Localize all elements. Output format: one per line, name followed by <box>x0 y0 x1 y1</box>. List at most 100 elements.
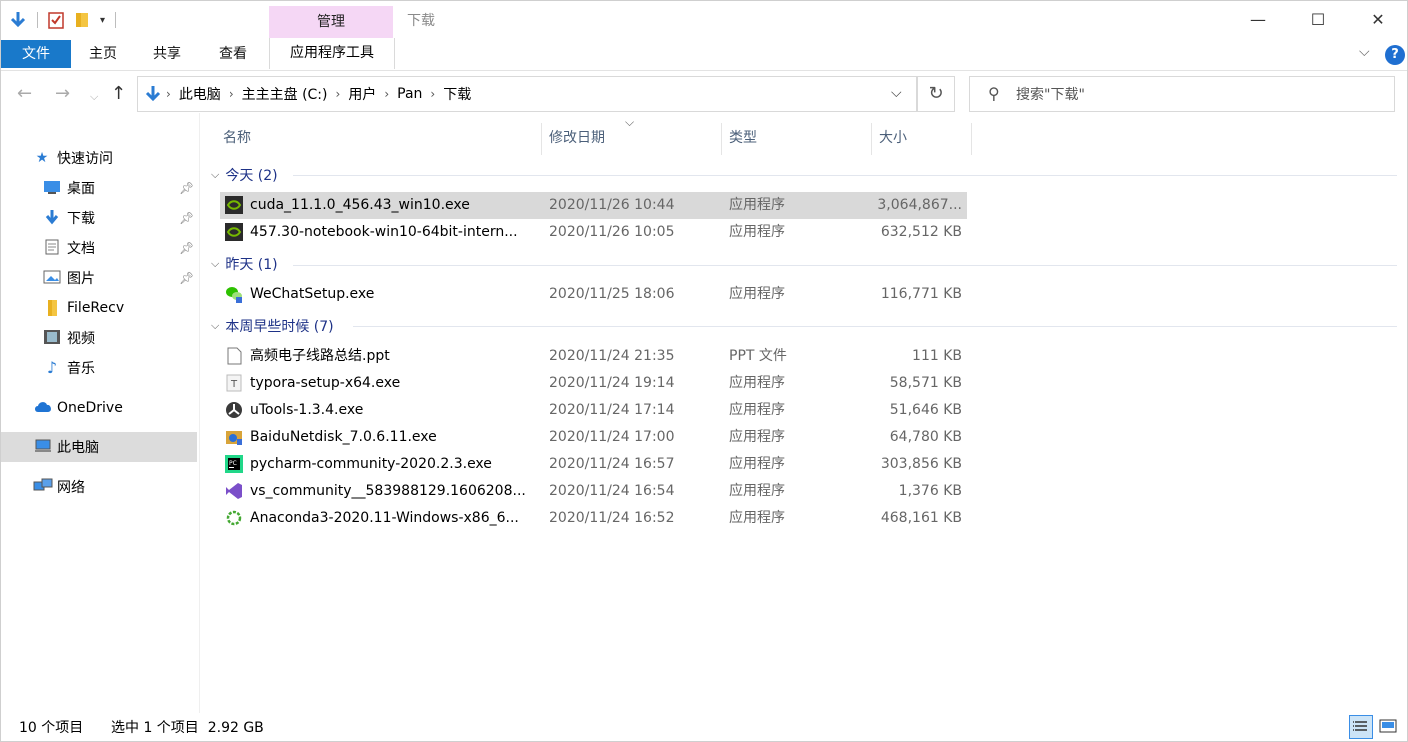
file-row[interactable]: Anaconda3-2020.11-Windows-x86_6... 2020/… <box>220 505 967 532</box>
search-icon: ⚲ <box>988 84 1000 103</box>
download-arrow-icon[interactable] <box>9 11 27 29</box>
tab-application-tools[interactable]: 应用程序工具 <box>269 38 395 69</box>
column-divider[interactable] <box>721 123 722 155</box>
file-size: 111 KB <box>912 348 962 364</box>
column-header-name[interactable]: 名称 <box>223 123 251 153</box>
svg-text:T: T <box>230 379 238 390</box>
nav-label: OneDrive <box>57 400 123 416</box>
nav-pictures[interactable]: 图片 📌︎ <box>1 263 197 293</box>
nav-music[interactable]: ♪ 音乐 <box>1 353 197 383</box>
file-row[interactable]: 高频电子线路总结.ppt 2020/11/24 21:35 PPT 文件 111… <box>220 343 967 370</box>
nav-network[interactable]: 网络 <box>1 472 197 502</box>
file-row[interactable]: T typora-setup-x64.exe 2020/11/24 19:14 … <box>220 370 967 397</box>
new-folder-icon[interactable] <box>74 11 90 29</box>
properties-check-icon[interactable] <box>48 11 64 29</box>
window-title: 下载 <box>407 13 435 29</box>
forward-arrow-icon[interactable]: → <box>55 83 70 104</box>
nav-onedrive[interactable]: OneDrive <box>1 393 197 423</box>
pin-icon[interactable]: 📌︎ <box>179 241 194 255</box>
tab-home[interactable]: 主页 <box>89 40 117 68</box>
group-divider <box>293 265 1397 266</box>
file-row[interactable]: PC pycharm-community-2020.2.3.exe 2020/1… <box>220 451 967 478</box>
column-divider[interactable] <box>541 123 542 155</box>
expand-ribbon-icon[interactable]: ⌵ <box>1359 44 1370 60</box>
tab-view[interactable]: 查看 <box>219 40 247 68</box>
refresh-icon[interactable]: ↻ <box>917 76 955 112</box>
minimize-button[interactable]: — <box>1243 9 1273 31</box>
column-divider[interactable] <box>971 123 972 155</box>
toolbar-divider <box>37 12 38 28</box>
file-size: 116,771 KB <box>880 286 962 302</box>
visual-studio-icon <box>226 483 242 499</box>
file-name: typora-setup-x64.exe <box>250 375 401 391</box>
file-row[interactable]: vs_community__583988129.1606208... 2020/… <box>220 478 967 505</box>
file-name: uTools-1.3.4.exe <box>250 402 364 418</box>
group-earlier-this-week[interactable]: ⌵ 本周早些时候 (7) <box>211 315 334 337</box>
file-name: 高频电子线路总结.ppt <box>250 348 390 364</box>
file-size: 3,064,867... <box>877 197 962 213</box>
search-box[interactable]: ⚲ <box>969 76 1395 112</box>
nav-desktop[interactable]: 桌面 📌︎ <box>1 173 197 203</box>
column-divider[interactable] <box>871 123 872 155</box>
maximize-button[interactable]: ☐ <box>1303 9 1333 31</box>
collapse-chevron-icon[interactable]: ⌵ <box>211 319 219 333</box>
pin-icon[interactable]: 📌︎ <box>179 211 194 225</box>
close-button[interactable]: ✕ <box>1363 9 1393 31</box>
address-bar[interactable]: › 此电脑 › 主主主盘 (C:) › 用户 › Pan › 下载 <box>137 76 917 112</box>
column-header-date[interactable]: 修改日期 <box>549 123 605 153</box>
collapse-chevron-icon[interactable]: ⌵ <box>211 257 219 271</box>
nav-label: 音乐 <box>67 361 95 377</box>
details-view-icon[interactable] <box>1349 715 1373 739</box>
file-date: 2020/11/24 17:00 <box>549 429 675 445</box>
tab-file[interactable]: 文件 <box>1 40 71 68</box>
file-date: 2020/11/26 10:44 <box>549 197 675 213</box>
document-icon <box>43 239 61 257</box>
file-row[interactable]: cuda_11.1.0_456.43_win10.exe 2020/11/26 … <box>220 192 967 219</box>
up-arrow-icon[interactable]: ↑ <box>111 83 126 104</box>
file-row[interactable]: BaiduNetdisk_7.0.6.11.exe 2020/11/24 17:… <box>220 424 967 451</box>
file-row[interactable]: 457.30-notebook-win10-64bit-intern... 20… <box>220 219 967 246</box>
column-header-type[interactable]: 类型 <box>729 123 757 153</box>
address-dropdown-icon[interactable]: ⌵ <box>891 85 902 101</box>
group-yesterday[interactable]: ⌵ 昨天 (1) <box>211 253 278 275</box>
file-type: PPT 文件 <box>729 348 787 364</box>
tab-share[interactable]: 共享 <box>153 40 181 68</box>
pin-icon[interactable]: 📌︎ <box>179 271 194 285</box>
file-size: 58,571 KB <box>889 375 962 391</box>
svg-text:PC: PC <box>229 460 237 467</box>
nav-label: 快速访问 <box>57 151 113 167</box>
breadcrumb-users[interactable]: 用户 <box>340 84 384 104</box>
nav-this-pc[interactable]: 此电脑 <box>1 432 197 462</box>
ribbon-tabs: 文件 主页 共享 查看 应用程序工具 ⌵ ? <box>1 38 1407 71</box>
breadcrumb-pan[interactable]: Pan <box>389 86 430 102</box>
nav-label: 文档 <box>67 241 95 257</box>
group-today[interactable]: ⌵ 今天 (2) <box>211 164 278 186</box>
search-input[interactable] <box>1014 81 1378 109</box>
context-tab-manage[interactable]: 管理 <box>269 6 393 38</box>
computer-icon <box>34 438 52 456</box>
nav-label: 此电脑 <box>57 440 99 456</box>
file-row[interactable]: uTools-1.3.4.exe 2020/11/24 17:14 应用程序 5… <box>220 397 967 424</box>
file-date: 2020/11/24 21:35 <box>549 348 675 364</box>
large-icons-view-icon[interactable] <box>1377 715 1401 739</box>
nav-documents[interactable]: 文档 📌︎ <box>1 233 197 263</box>
toolbar-divider <box>115 12 117 28</box>
nav-filerecv[interactable]: FileRecv <box>1 293 197 323</box>
breadcrumb-drive-c[interactable]: 主主主盘 (C:) <box>234 84 336 104</box>
customize-toolbar-icon[interactable]: ▾ <box>100 15 105 26</box>
help-icon[interactable]: ? <box>1385 45 1405 65</box>
column-header-size[interactable]: 大小 <box>879 123 907 153</box>
recent-locations-icon[interactable]: ⌵ <box>90 90 98 104</box>
file-row[interactable]: WeChatSetup.exe 2020/11/25 18:06 应用程序 11… <box>220 281 967 308</box>
nav-videos[interactable]: 视频 <box>1 323 197 353</box>
pin-icon[interactable]: 📌︎ <box>179 181 194 195</box>
nav-downloads[interactable]: 下载 📌︎ <box>1 203 197 233</box>
back-arrow-icon[interactable]: ← <box>17 83 32 104</box>
breadcrumb-this-pc[interactable]: 此电脑 <box>171 84 229 104</box>
nav-quick-access[interactable]: ★ 快速访问 <box>1 143 197 173</box>
file-type: 应用程序 <box>729 429 785 445</box>
nvidia-icon <box>225 223 243 241</box>
breadcrumb-downloads[interactable]: 下载 <box>435 84 479 104</box>
collapse-chevron-icon[interactable]: ⌵ <box>211 168 219 182</box>
status-selection: 选中 1 个项目 2.92 GB <box>111 720 264 736</box>
